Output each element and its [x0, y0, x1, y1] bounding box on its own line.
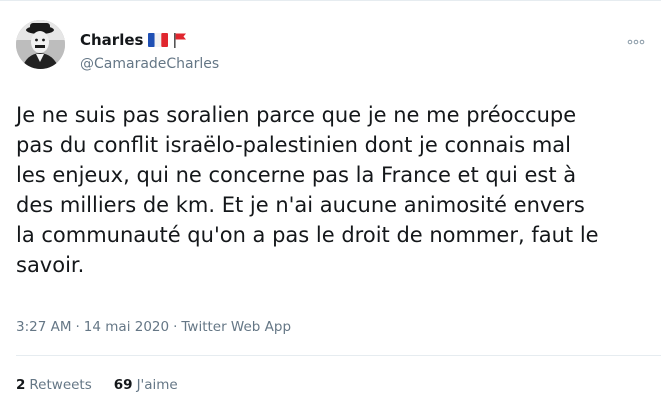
avatar[interactable]: [16, 20, 65, 69]
retweets-stat[interactable]: 2 Retweets: [16, 376, 92, 394]
tweet-meta: 3:27 AM · 14 mai 2020 · Twitter Web App: [16, 318, 291, 336]
meta-separator: ·: [173, 319, 178, 335]
likes-count: 69: [113, 377, 133, 393]
tweet-text: Je ne suis pas soralien parce que je ne …: [16, 103, 599, 277]
display-name[interactable]: Charles: [80, 30, 143, 50]
retweets-count: 2: [16, 377, 26, 393]
tweet-stats: 2 Retweets 69 J'aime: [16, 376, 178, 394]
retweets-label: Retweets: [29, 377, 92, 393]
user-handle[interactable]: @CamaradeCharles: [80, 55, 219, 73]
top-divider: [0, 0, 661, 1]
user-name-row[interactable]: Charles: [80, 30, 187, 50]
likes-label: J'aime: [136, 377, 178, 393]
tweet-source-link[interactable]: Twitter Web App: [181, 318, 291, 336]
france-flag-icon: [148, 33, 169, 47]
avatar-portrait-icon: [16, 20, 65, 69]
red-flag-icon: [174, 33, 187, 48]
tweet-time-link[interactable]: 3:27 AM: [16, 318, 72, 336]
tweet-date-link[interactable]: 14 mai 2020: [84, 318, 169, 336]
likes-stat[interactable]: 69 J'aime: [114, 376, 178, 394]
stats-divider: [16, 355, 661, 356]
meta-separator: ·: [75, 319, 80, 335]
more-dots-icon[interactable]: [627, 34, 645, 49]
